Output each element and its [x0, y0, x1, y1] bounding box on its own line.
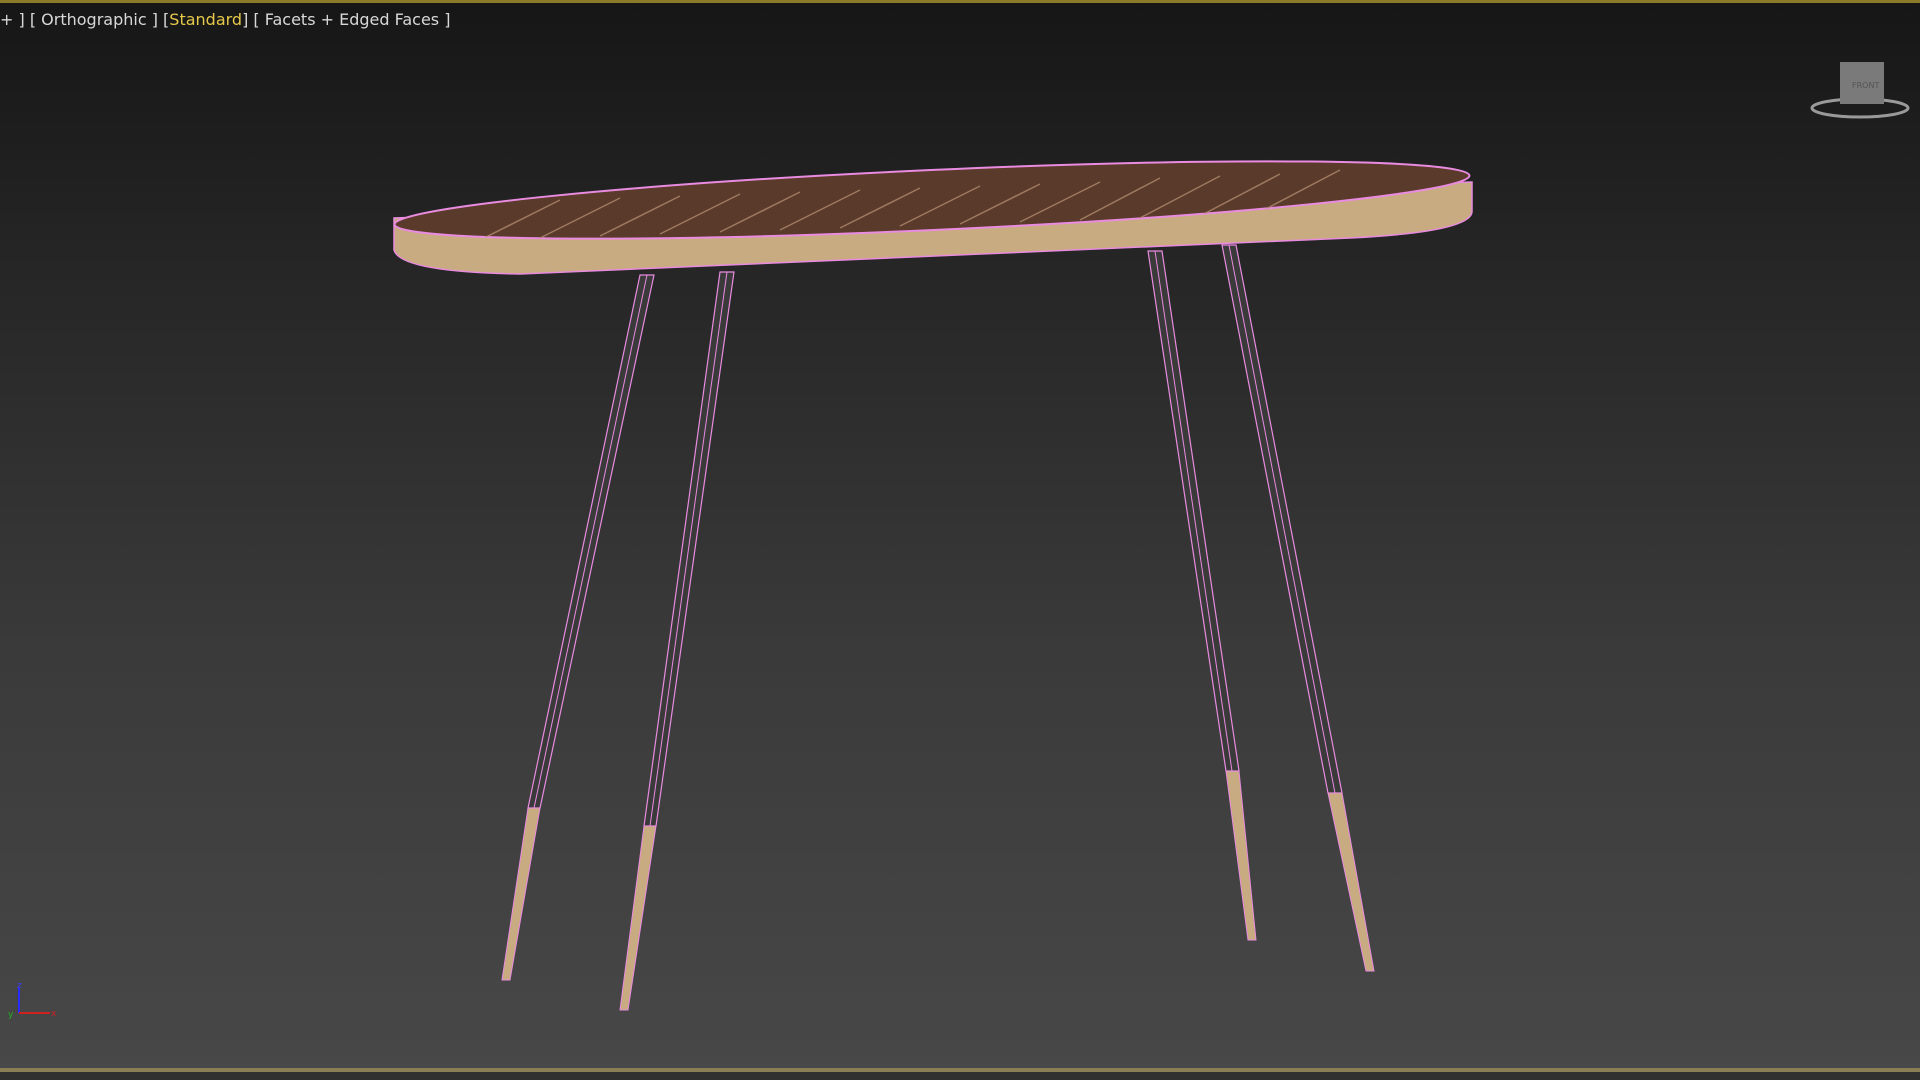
table-leg [1147, 250, 1257, 941]
axis-x-label: x [51, 1009, 57, 1019]
viewport-scene[interactable] [0, 0, 1920, 1080]
table-leg [501, 274, 655, 981]
viewcube[interactable]: FRONT [1808, 58, 1920, 124]
table-top [393, 160, 1473, 275]
axis-gizmo: z x y [8, 981, 57, 1020]
viewcube-face-label: FRONT [1852, 81, 1879, 90]
table-leg [619, 271, 735, 1011]
timeline-bar[interactable] [0, 1072, 1920, 1080]
axis-y-label: y [8, 1010, 14, 1020]
table-legs [501, 244, 1375, 1011]
axis-z-label: z [17, 981, 22, 991]
